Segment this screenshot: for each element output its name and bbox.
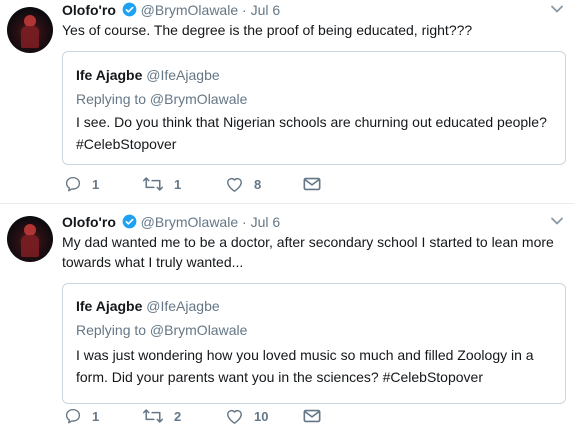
reply-count: 1 xyxy=(92,176,100,192)
direct-message-button[interactable] xyxy=(303,406,321,426)
handle[interactable]: @BrymOlawale xyxy=(141,2,238,18)
direct-message-button[interactable] xyxy=(303,174,321,194)
retweet-count: 2 xyxy=(174,408,182,424)
retweet-icon xyxy=(142,177,164,191)
retweet-count: 1 xyxy=(174,176,182,192)
reply-button[interactable]: 1 xyxy=(64,406,99,426)
avatar[interactable] xyxy=(7,216,53,262)
quoted-tweet[interactable]: Ife Ajagbe @IfeAjagbe Replying to @BrymO… xyxy=(62,283,566,404)
display-name[interactable]: Olofo'ro xyxy=(62,2,116,18)
avatar[interactable] xyxy=(7,7,53,53)
quoted-tweet[interactable]: Ife Ajagbe @IfeAjagbe Replying to @BrymO… xyxy=(62,51,566,165)
heart-icon xyxy=(227,177,242,192)
separator: · xyxy=(242,214,247,230)
tweet-actions: 1 2 10 xyxy=(62,406,362,426)
envelope-icon xyxy=(303,409,321,423)
tweet-text: Yes of course. The degree is the proof o… xyxy=(62,22,473,38)
like-count: 8 xyxy=(254,176,262,192)
timestamp[interactable]: Jul 6 xyxy=(251,214,281,230)
retweet-icon xyxy=(142,409,164,423)
quote-display-name: Ife Ajagbe xyxy=(76,67,143,83)
separator: · xyxy=(242,2,247,18)
quote-text: I see. Do you think that Nigerian school… xyxy=(76,114,547,152)
chevron-down-icon[interactable] xyxy=(550,214,564,228)
reply-icon xyxy=(65,408,81,424)
envelope-icon xyxy=(303,177,321,191)
quote-text: I was just wondering how you loved music… xyxy=(76,347,534,385)
like-button[interactable]: 10 xyxy=(225,406,268,426)
timestamp[interactable]: Jul 6 xyxy=(251,2,281,18)
retweet-button[interactable]: 2 xyxy=(142,406,181,426)
tweet-text: My dad wanted me to be a doctor, after s… xyxy=(62,234,554,270)
display-name[interactable]: Olofo'ro xyxy=(62,214,116,230)
heart-icon xyxy=(227,409,242,424)
quote-handle: @IfeAjagbe xyxy=(146,298,220,314)
tweet[interactable]: Olofo'ro @BrymOlawale · Jul 6 Yes of cou… xyxy=(0,0,574,204)
like-count: 10 xyxy=(254,408,269,424)
like-button[interactable]: 8 xyxy=(225,174,261,194)
tweet-header: Olofo'ro @BrymOlawale · Jul 6 xyxy=(62,0,280,20)
quote-header: Ife Ajagbe @IfeAjagbe xyxy=(76,65,220,85)
quote-header: Ife Ajagbe @IfeAjagbe xyxy=(76,296,220,316)
tweet-divider xyxy=(0,203,574,204)
tweet[interactable]: Olofo'ro @BrymOlawale · Jul 6 My dad wan… xyxy=(0,205,574,447)
quote-handle: @IfeAjagbe xyxy=(146,67,220,83)
tweet-header: Olofo'ro @BrymOlawale · Jul 6 xyxy=(62,212,280,232)
reply-count: 1 xyxy=(92,408,100,424)
chevron-down-icon[interactable] xyxy=(550,2,564,16)
replying-to: Replying to @BrymOlawale xyxy=(76,322,248,338)
handle[interactable]: @BrymOlawale xyxy=(141,214,238,230)
tweet-actions: 1 1 8 xyxy=(62,174,362,194)
reply-icon xyxy=(65,176,81,192)
reply-button[interactable]: 1 xyxy=(64,174,99,194)
retweet-button[interactable]: 1 xyxy=(142,174,181,194)
replying-to: Replying to @BrymOlawale xyxy=(76,91,248,107)
verified-badge-icon xyxy=(122,214,137,229)
quote-display-name: Ife Ajagbe xyxy=(76,298,143,314)
verified-badge-icon xyxy=(122,2,137,17)
